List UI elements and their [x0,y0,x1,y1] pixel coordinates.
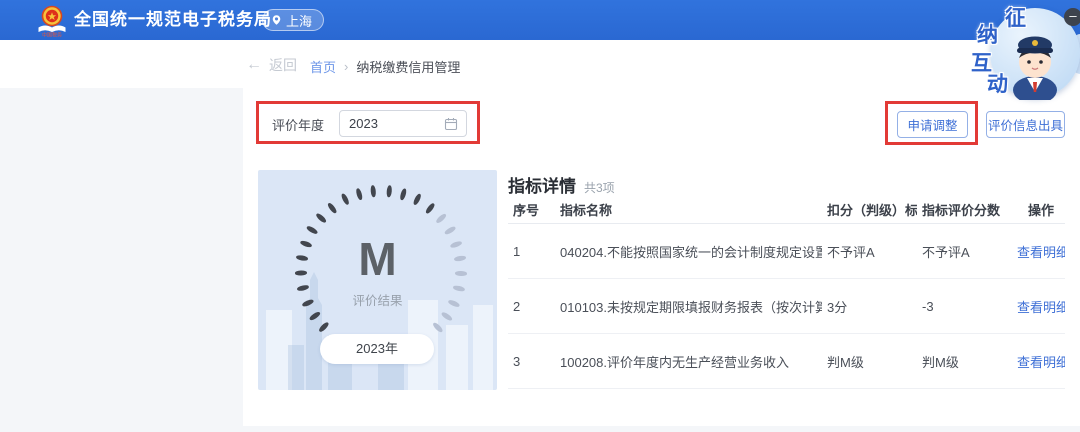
assistant-label-char-4: 动 [987,68,1008,98]
gauge-tick [315,212,327,223]
indicator-table: 序号 指标名称 扣分（判级）标准 指标评价分数 操作 1 040204.不能按照… [508,196,1065,389]
gauge-tick [444,225,457,235]
table-title: 指标详情共3项 [508,172,615,197]
credit-grade: M [258,236,497,282]
page: 中国税务 全国统一规范电子税务局 上海 [0,0,1080,432]
gauge-tick [371,185,377,197]
apply-adjustment-button[interactable]: 申请调整 [897,111,968,138]
breadcrumb: 首页 › 纳税缴费信用管理 [310,57,460,76]
row-standard: 不予评A [822,242,917,261]
gauge-tick [340,193,349,206]
app-title: 全国统一规范电子税务局 [74,0,272,40]
gauge-tick [326,202,337,214]
gauge-tick [399,188,407,201]
location-pin-icon [271,14,282,26]
table-header-row: 序号 指标名称 扣分（判级）标准 指标评价分数 操作 [508,196,1065,224]
row-score: 不予评A [917,242,1017,261]
gauge-tick [413,193,422,206]
gauge-tick [306,225,319,235]
row-standard: 判M级 [822,352,917,371]
result-year-badge: 2023年 [320,334,434,364]
credit-grade-label: 评价结果 [258,290,497,309]
table-title-text: 指标详情 [508,177,576,196]
issue-evaluation-info-button[interactable]: 评价信息出具 [986,111,1065,138]
col-header-no: 序号 [508,200,555,219]
row-standard: 3分 [822,297,917,316]
row-no: 2 [508,299,555,314]
svg-text:中国税务: 中国税务 [42,32,62,38]
table-row: 2 010103.未按规定期限填报财务报表（按次计算） 3分 -3 查看明细 [508,279,1065,334]
view-detail-link[interactable]: 查看明细 [1017,242,1065,261]
row-no: 3 [508,354,555,369]
back-label: 返回 [269,55,297,75]
breadcrumb-separator-icon: › [344,59,348,74]
col-header-name: 指标名称 [555,200,822,219]
evaluation-result-card: M 评价结果 2023年 [258,170,497,390]
row-name: 010103.未按规定期限填报财务报表（按次计算） [555,297,822,316]
table-row: 1 040204.不能按照国家统一的会计制度规定设置账簿，并... 不予评A 不… [508,224,1065,279]
breadcrumb-home-link[interactable]: 首页 [310,57,336,76]
gauge-tick [435,212,447,223]
gauge-tick [386,185,392,197]
table-count-badge: 共3项 [584,181,615,195]
calendar-icon [444,117,458,131]
tax-bureau-logo-icon: 中国税务 [36,4,68,37]
row-name: 100208.评价年度内无生产经营业务收入 [555,352,822,371]
evaluation-year-value: 2023 [340,116,444,131]
row-score: 判M级 [917,352,1017,371]
row-no: 1 [508,244,555,259]
assistant-minimize-button[interactable]: – [1064,8,1080,26]
breadcrumb-row: ← 返回 首页 › 纳税缴费信用管理 [0,40,1080,88]
col-header-action: 操作 [1017,200,1065,219]
table-row: 3 100208.评价年度内无生产经营业务收入 判M级 判M级 查看明细 [508,334,1065,389]
breadcrumb-current: 纳税缴费信用管理 [356,57,460,76]
col-header-standard: 扣分（判级）标准 [822,200,917,219]
assistant-label-char-1: 征 [1005,2,1026,32]
col-header-score: 指标评价分数 [917,200,1017,219]
location-badge[interactable]: 上海 [262,9,324,31]
gauge-tick [355,188,363,201]
top-header-bar: 中国税务 全国统一规范电子税务局 上海 [0,0,1080,40]
location-label: 上海 [286,11,312,30]
back-arrow-icon: ← [246,56,262,74]
view-detail-link[interactable]: 查看明细 [1017,297,1065,316]
evaluation-year-input[interactable]: 2023 [339,110,467,137]
view-detail-link[interactable]: 查看明细 [1017,352,1065,371]
evaluation-year-label: 评价年度 [272,115,324,134]
gauge-tick [425,202,436,214]
row-score: -3 [917,299,1017,314]
row-name: 040204.不能按照国家统一的会计制度规定设置账簿，并... [555,242,822,261]
assistant-widget[interactable]: 征 纳 互 动 – [950,0,1080,100]
assistant-label-char-2: 纳 [977,19,998,49]
back-button[interactable]: ← 返回 [246,55,297,75]
